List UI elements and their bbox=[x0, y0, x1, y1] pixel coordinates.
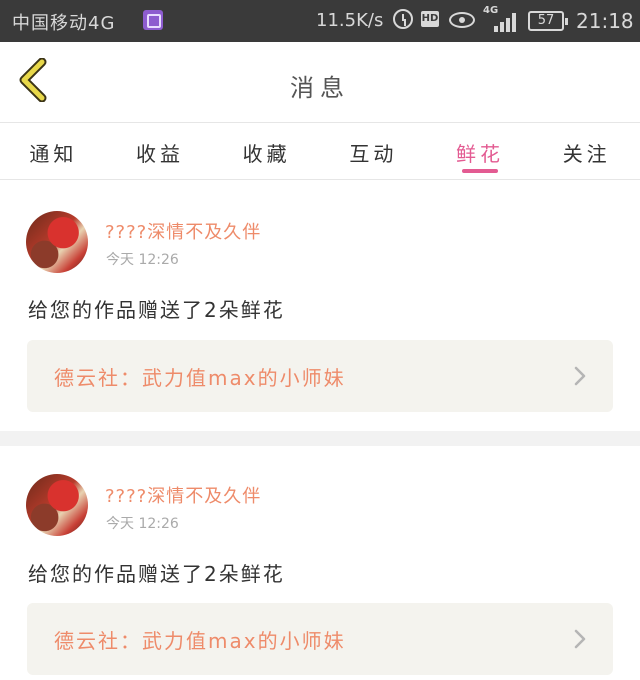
work-link[interactable]: 德云社：武力值max的小师妹 bbox=[27, 603, 613, 675]
avatar[interactable] bbox=[26, 211, 88, 273]
section-divider bbox=[0, 431, 640, 446]
battery-icon: 57 bbox=[528, 11, 568, 31]
page-title: 消息 bbox=[290, 74, 350, 102]
tab-label: 互动 bbox=[349, 142, 398, 166]
status-time: 21:18 bbox=[576, 9, 634, 33]
signal-icon bbox=[492, 12, 518, 32]
tab-label: 收益 bbox=[136, 142, 184, 166]
chevron-right-icon bbox=[573, 629, 587, 649]
tab-interactions[interactable]: 互动 bbox=[320, 123, 427, 179]
user-name[interactable]: ????深情不及久伴 bbox=[105, 482, 261, 508]
status-bar: 中国移动4G 11.5K/s HD 4G 57 21:18 bbox=[0, 0, 640, 42]
tab-label: 通知 bbox=[29, 142, 78, 166]
message-time: 今天 12:26 bbox=[106, 516, 179, 532]
tab-label: 收藏 bbox=[242, 142, 291, 166]
message-time: 今天 12:26 bbox=[106, 252, 179, 268]
work-title: 德云社：武力值max的小师妹 bbox=[54, 366, 346, 390]
net-speed: 11.5K/s bbox=[316, 10, 384, 31]
message-card: ????深情不及久伴 今天 12:26 给您的作品赠送了2朵鲜花 德云社：武力值… bbox=[0, 181, 640, 431]
tab-label: 鲜花 bbox=[456, 142, 505, 166]
eye-icon bbox=[449, 12, 475, 28]
user-name[interactable]: ????深情不及久伴 bbox=[105, 218, 261, 244]
message-text: 给您的作品赠送了2朵鲜花 bbox=[28, 562, 285, 586]
tab-label: 关注 bbox=[562, 142, 611, 166]
tab-earnings[interactable]: 收益 bbox=[107, 123, 214, 179]
nav-bar: 消息 bbox=[0, 42, 640, 122]
gallery-notification-icon bbox=[143, 10, 163, 30]
tab-indicator bbox=[462, 169, 499, 173]
tab-following[interactable]: 关注 bbox=[533, 123, 640, 179]
tab-favorites[interactable]: 收藏 bbox=[213, 123, 320, 179]
message-text: 给您的作品赠送了2朵鲜花 bbox=[28, 298, 285, 322]
hd-icon: HD bbox=[421, 11, 439, 27]
message-card: ????深情不及久伴 今天 12:26 给您的作品赠送了2朵鲜花 德云社：武力值… bbox=[0, 446, 640, 680]
avatar[interactable] bbox=[26, 474, 88, 536]
work-title: 德云社：武力值max的小师妹 bbox=[54, 629, 346, 653]
tab-notifications[interactable]: 通知 bbox=[0, 123, 107, 179]
tab-bar: 通知 收益 收藏 互动 鲜花 关注 bbox=[0, 122, 640, 180]
alarm-icon bbox=[393, 9, 413, 29]
carrier-label: 中国移动4G bbox=[12, 13, 116, 34]
tab-flowers[interactable]: 鲜花 bbox=[427, 123, 534, 179]
work-link[interactable]: 德云社：武力值max的小师妹 bbox=[27, 340, 613, 412]
chevron-right-icon bbox=[573, 366, 587, 386]
